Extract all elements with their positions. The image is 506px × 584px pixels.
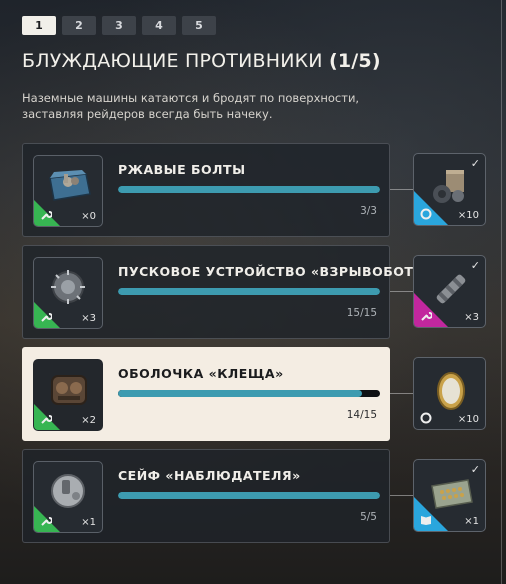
book-icon [421,516,431,525]
progress-bar [118,186,380,193]
launcher-device-icon [51,270,85,304]
parts-icon [420,208,432,220]
item-slot[interactable]: ×1 [33,461,103,533]
wrench-icon [421,312,432,321]
tab-4[interactable]: 4 [142,16,176,35]
observer-safe-icon [51,474,85,508]
quest-description: Наземные машины катаются и бродят по пов… [22,91,360,121]
owned-quantity: ×2 [81,415,96,426]
page-title: БЛУЖДАЮЩИЕ ПРОТИВНИКИ (1/5) [22,50,381,72]
reward-quantity: ×3 [464,312,479,323]
reward-connector [390,189,413,190]
tab-5[interactable]: 5 [182,16,216,35]
wrench-icon [41,517,52,526]
tab-2[interactable]: 2 [62,16,96,35]
supply-crate-icon [433,170,464,203]
reward-slot-4[interactable]: ✓ ×1 [413,459,486,532]
progress-bar [118,288,380,295]
item-slot[interactable]: ×0 [33,155,103,227]
tick-shell-icon [51,375,87,405]
reward-slot-3[interactable]: ×10 [413,357,486,430]
item-slot[interactable]: ×3 [33,257,103,329]
progress-fill [118,492,380,499]
progress-text: 14/15 [346,409,377,421]
wrench-icon [41,211,52,220]
title-text: БЛУЖДАЮЩИЕ ПРОТИВНИКИ [22,50,323,72]
objective-row-rusty-bolts[interactable]: ×0 РЖАВЫЕ БОЛТЫ 3/3 [22,143,390,237]
stage-counter: (1/5) [328,50,381,72]
reward-slot-1[interactable]: ✓ ×10 [413,153,486,226]
progress-bar [118,492,380,499]
barrel-mod-icon [436,274,466,304]
owned-quantity: ×1 [81,517,96,528]
owned-quantity: ×0 [81,211,96,222]
reward-connector [390,393,413,394]
owned-quantity: ×3 [81,313,96,324]
reward-slot-2[interactable]: ✓ ×3 [413,255,486,328]
objective-name: ПУСКОВОЕ УСТРОЙСТВО «ВЗРЫВОБОТА» [118,264,433,279]
objective-name: РЖАВЫЕ БОЛТЫ [118,162,246,177]
progress-fill [118,288,380,295]
wrench-icon [41,415,52,424]
progress-fill [118,186,380,193]
item-slot[interactable]: ×2 [33,359,103,431]
reward-quantity: ×10 [457,210,479,221]
tab-1[interactable]: 1 [22,16,56,35]
objective-row-launcher[interactable]: ×3 ПУСКОВОЕ УСТРОЙСТВО «ВЗРЫВОБОТА» 15/1… [22,245,432,339]
rusty-bolts-icon [49,170,91,201]
reward-connector [390,291,413,292]
objective-row-observer-safe[interactable]: ×1 СЕЙФ «НАБЛЮДАТЕЛЯ» 5/5 [22,449,390,543]
objective-name: ОБОЛОЧКА «КЛЕЩА» [118,366,284,381]
progress-bar [118,390,380,397]
panel-edge-divider [501,0,502,584]
wrench-icon [41,313,52,322]
progress-fill [118,390,363,397]
stage-tabs: 1 2 3 4 5 [22,16,216,35]
tab-3[interactable]: 3 [102,16,136,35]
progress-text: 5/5 [360,511,377,523]
progress-text: 15/15 [346,307,377,319]
reward-quantity: ×1 [464,516,479,527]
reward-quantity: ×10 [457,414,479,425]
mirror-icon [437,372,465,410]
toolbox-icon [431,479,473,509]
progress-text: 3/3 [360,205,377,217]
objective-row-tick-shell[interactable]: ×2 ОБОЛОЧКА «КЛЕЩА» 14/15 [22,347,390,441]
objective-name: СЕЙФ «НАБЛЮДАТЕЛЯ» [118,468,301,483]
reward-connector [390,495,413,496]
parts-icon [420,412,432,424]
